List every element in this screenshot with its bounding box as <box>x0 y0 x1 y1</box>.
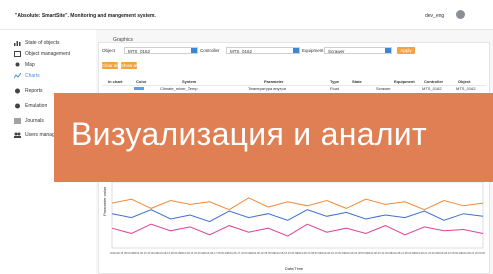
table-cell: Float <box>330 86 339 91</box>
x-tick-label: 2019-08-19 08:00:00 <box>297 251 322 255</box>
object-select[interactable]: MTS_0162 <box>124 47 198 54</box>
x-tick-label: 2019-08-22 08:00:00 <box>438 251 463 255</box>
banner-title: Визуализация и аналит <box>71 116 427 152</box>
x-tick-label: 2019-08-17 08:00:00 <box>204 251 229 255</box>
chevron-down-icon <box>191 48 197 53</box>
column-header[interactable]: Parameter <box>264 79 284 84</box>
clear-all-button[interactable]: Clear all <box>102 62 119 69</box>
x-tick-label: 2019-08-18 08:00:00 <box>250 251 275 255</box>
list-icon <box>14 118 21 124</box>
map-pin-icon <box>15 62 20 67</box>
column-header[interactable]: Controller <box>424 79 443 84</box>
table-cell: MTS_0162 <box>456 86 476 91</box>
user-name[interactable]: dev_eng <box>425 13 444 19</box>
controller-select-value: MTS_0162 <box>230 49 253 54</box>
sidebar-item-reports[interactable]: Reports <box>14 86 43 96</box>
chevron-down-icon <box>385 48 391 53</box>
column-header[interactable]: State <box>352 79 362 84</box>
sidebar-item-label: Map <box>25 62 35 68</box>
x-tick-label: 2019-08-15 20:00:00 <box>133 251 158 255</box>
sidebar-item-label: Journals <box>25 118 44 124</box>
avatar[interactable] <box>456 10 465 19</box>
series-line-2 <box>111 223 484 237</box>
equipment-select[interactable]: Scrawer <box>324 47 392 54</box>
x-tick-label: 2019-08-20 08:00:00 <box>344 251 369 255</box>
column-header[interactable]: In chart <box>108 79 122 84</box>
gear-icon <box>15 103 20 109</box>
line-chart: Parameter value Date/Time 2019-08-15 08:… <box>102 181 486 271</box>
x-tick-label: 2019-08-21 08:00:00 <box>391 251 416 255</box>
app-title: "Absolute: SmartSite". Monitoring and ma… <box>15 13 156 19</box>
column-header[interactable]: Color <box>136 79 146 84</box>
sidebar-item-map[interactable]: Map <box>14 60 35 70</box>
users-icon <box>14 132 21 138</box>
x-tick-label: 2019-08-17 20:00:00 <box>227 251 252 255</box>
chevron-down-icon <box>293 48 299 53</box>
sidebar-item-label: Object management <box>25 51 71 57</box>
table-cell: Scrawer <box>376 86 391 91</box>
column-header[interactable]: System <box>182 79 196 84</box>
apply-button[interactable]: Apply <box>397 47 415 54</box>
object-label: Object <box>102 48 116 53</box>
chart-bars-icon <box>14 41 21 46</box>
table-cell: Температура внутри <box>248 86 286 91</box>
x-tick-label: 2019-08-20 20:00:00 <box>367 251 392 255</box>
sidebar-item-label: Emulation <box>25 103 48 109</box>
x-tick-label: 2019-08-18 20:00:00 <box>274 251 299 255</box>
x-tick-label: 2019-08-22 20:00:00 <box>461 251 486 255</box>
gear-icon <box>15 88 20 94</box>
sidebar-item-journals[interactable]: Journals <box>14 116 44 126</box>
table-cell: Climate_mixer_Temp <box>160 86 198 91</box>
window-icon <box>14 51 21 57</box>
show-all-button[interactable]: Show all <box>121 62 138 69</box>
object-select-value: MTS_0162 <box>128 49 151 54</box>
x-axis-label: Date/Time <box>285 266 304 271</box>
sidebar-item-users-manager[interactable]: Users manager <box>14 130 59 140</box>
sidebar-item-charts[interactable]: Charts <box>14 71 40 81</box>
column-header[interactable]: Equipment <box>394 79 415 84</box>
equipment-select-value: Scrawer <box>328 49 345 54</box>
top-bar: "Absolute: SmartSite". Monitoring and ma… <box>0 0 493 30</box>
column-header[interactable]: Type <box>330 79 339 84</box>
column-header[interactable]: Object <box>458 79 470 84</box>
sidebar-item-emulation[interactable]: Emulation <box>14 101 47 111</box>
x-tick-label: 2019-08-19 20:00:00 <box>321 251 346 255</box>
series-color-swatch[interactable] <box>134 87 144 90</box>
series-line-1 <box>111 209 484 223</box>
tab-graphics[interactable]: Graphics <box>113 37 133 43</box>
sidebar-item-object-management[interactable]: Object management <box>14 49 70 59</box>
controller-label: Controller <box>200 48 220 53</box>
series-line-0 <box>111 197 484 211</box>
x-tick-label: 2019-08-15 08:00:00 <box>110 251 135 255</box>
table-cell: MTS_0162 <box>422 86 442 91</box>
line-chart-icon <box>14 73 21 79</box>
sidebar-item-label: State of objects <box>25 40 60 46</box>
y-axis-label: Parameter value <box>102 186 107 216</box>
sidebar-item-label: Reports <box>25 88 43 94</box>
x-tick-label: 2019-08-21 20:00:00 <box>414 251 439 255</box>
x-tick-label: 2019-08-16 20:00:00 <box>180 251 205 255</box>
sidebar-item-label: Charts <box>25 73 40 79</box>
x-tick-label: 2019-08-16 08:00:00 <box>157 251 182 255</box>
controller-select[interactable]: MTS_0162 <box>226 47 300 54</box>
table-row[interactable]: Climate_mixer_Temp Температура внутри Fl… <box>102 86 486 92</box>
equipment-label: Equipment <box>302 48 324 53</box>
sidebar-item-state-of-objects[interactable]: State of objects <box>14 38 59 48</box>
